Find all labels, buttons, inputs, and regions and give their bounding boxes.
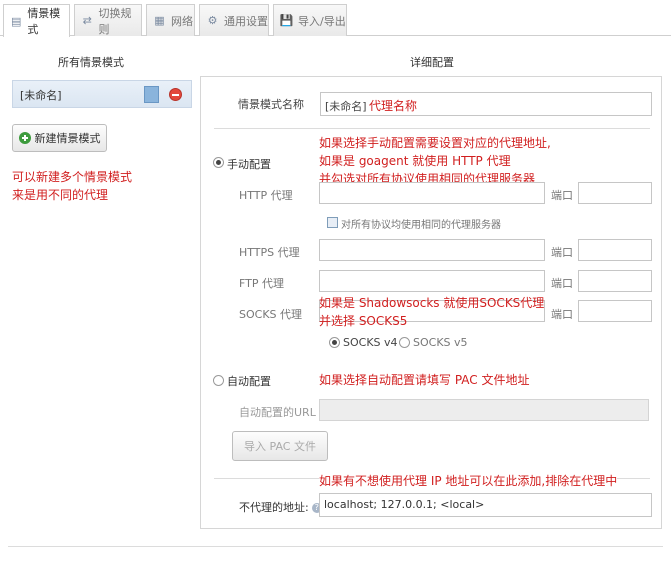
gear-icon: ⚙: [207, 14, 218, 27]
socks-v5-radio[interactable]: [399, 337, 410, 348]
http-proxy-label: HTTP 代理: [239, 189, 293, 202]
auto-config-label: 自动配置: [227, 375, 271, 388]
auto-annotation: 如果选择自动配置请填写 PAC 文件地址: [319, 373, 530, 387]
tab-profiles[interactable]: ▤ 情景模式: [3, 4, 70, 37]
delete-icon[interactable]: [169, 88, 182, 101]
socks-port-label: 端口: [551, 308, 573, 321]
add-icon: [18, 132, 31, 144]
bypass-input[interactable]: localhost; 127.0.0.1; <local>: [319, 493, 652, 517]
annotation-line: 如果选择手动配置需要设置对应的代理地址,: [319, 136, 551, 150]
bypass-label-text: 不代理的地址:: [239, 501, 309, 514]
http-proxy-input[interactable]: [319, 182, 545, 204]
divider: [214, 128, 650, 129]
manual-config-radio[interactable]: [213, 157, 224, 168]
new-profile-button[interactable]: 新建情景模式: [12, 124, 107, 152]
auto-config-url-label: 自动配置的URL: [239, 406, 316, 419]
profile-name-annotation: 代理名称: [369, 99, 418, 113]
socks-v4-label: SOCKS v4: [343, 336, 398, 349]
switch-rules-icon: ⇄: [82, 14, 92, 27]
tab-general-settings[interactable]: ⚙ 通用设置: [199, 4, 269, 36]
profile-name: [未命名]: [20, 89, 62, 102]
profile-name-value: [未命名]: [325, 100, 367, 113]
divider: [8, 546, 663, 547]
import-export-icon: 💾: [279, 14, 294, 27]
annotation-line: 如果是 goagent 就使用 HTTP 代理: [319, 154, 511, 168]
socks-proxy-label: SOCKS 代理: [239, 308, 303, 321]
https-proxy-input[interactable]: [319, 239, 545, 261]
profiles-heading: 所有情景模式: [58, 56, 124, 69]
http-port-label: 端口: [551, 189, 573, 202]
tab-label: 网络: [171, 14, 193, 28]
http-port-input[interactable]: [578, 182, 652, 204]
manual-config-label: 手动配置: [227, 158, 271, 171]
https-port-label: 端口: [551, 246, 573, 259]
ftp-port-label: 端口: [551, 277, 573, 290]
annotation-line: 来是用不同的代理: [12, 188, 109, 202]
tab-label: 通用设置: [224, 14, 268, 28]
bypass-value: localhost; 127.0.0.1; <local>: [324, 498, 485, 511]
https-proxy-label: HTTPS 代理: [239, 246, 300, 259]
ftp-proxy-label: FTP 代理: [239, 277, 284, 290]
left-annotation: 可以新建多个情景模式 来是用不同的代理: [12, 168, 132, 204]
auto-config-radio[interactable]: [213, 375, 224, 386]
https-port-input[interactable]: [578, 239, 652, 261]
tab-label: 情景模式: [27, 7, 61, 36]
profile-color-swatch[interactable]: [144, 86, 159, 103]
tab-network[interactable]: ▦ 网络: [146, 4, 195, 36]
new-profile-label: 新建情景模式: [34, 132, 101, 145]
ftp-proxy-input[interactable]: [319, 270, 545, 292]
same-proxy-checkbox[interactable]: [327, 217, 338, 228]
profile-list-item[interactable]: [未命名]: [12, 80, 192, 108]
tab-label: 切换规则: [98, 6, 132, 36]
network-icon: ▦: [154, 14, 165, 27]
annotation-line: 如果是 Shadowsocks 就使用SOCKS代理: [319, 296, 545, 310]
tab-bar: ▤ 情景模式 ⇄ 切换规则 ▦ 网络 ⚙ 通用设置 💾 导入/导出: [0, 0, 671, 37]
profile-name-input[interactable]: [未命名] 代理名称: [320, 92, 652, 116]
tab-switch-rules[interactable]: ⇄ 切换规则: [74, 4, 142, 36]
manual-annotation: 如果选择手动配置需要设置对应的代理地址, 如果是 goagent 就使用 HTT…: [319, 134, 551, 188]
import-pac-label: 导入 PAC 文件: [244, 440, 316, 453]
profile-icon: ▤: [10, 14, 22, 28]
auto-config-url-input[interactable]: [319, 399, 649, 421]
ftp-port-input[interactable]: [578, 270, 652, 292]
details-heading: 详细配置: [410, 56, 454, 69]
annotation-line: 并选择 SOCKS5: [319, 314, 408, 328]
same-proxy-label: 对所有协议均使用相同的代理服务器: [341, 220, 501, 231]
tab-import-export[interactable]: 💾 导入/导出: [273, 4, 347, 36]
socks-port-input[interactable]: [578, 300, 652, 322]
import-pac-button[interactable]: 导入 PAC 文件: [232, 431, 328, 461]
profile-name-label: 情景模式名称: [238, 98, 304, 111]
bypass-label: 不代理的地址:?: [239, 499, 322, 515]
socks-v4-radio[interactable]: [329, 337, 340, 348]
bypass-annotation: 如果有不想使用代理 IP 地址可以在此添加,排除在代理中: [319, 472, 618, 489]
socks-annotation: 如果是 Shadowsocks 就使用SOCKS代理 并选择 SOCKS5: [319, 294, 544, 330]
tab-label: 导入/导出: [298, 14, 346, 28]
socks-v5-label: SOCKS v5: [413, 336, 468, 349]
annotation-line: 可以新建多个情景模式: [12, 170, 133, 184]
